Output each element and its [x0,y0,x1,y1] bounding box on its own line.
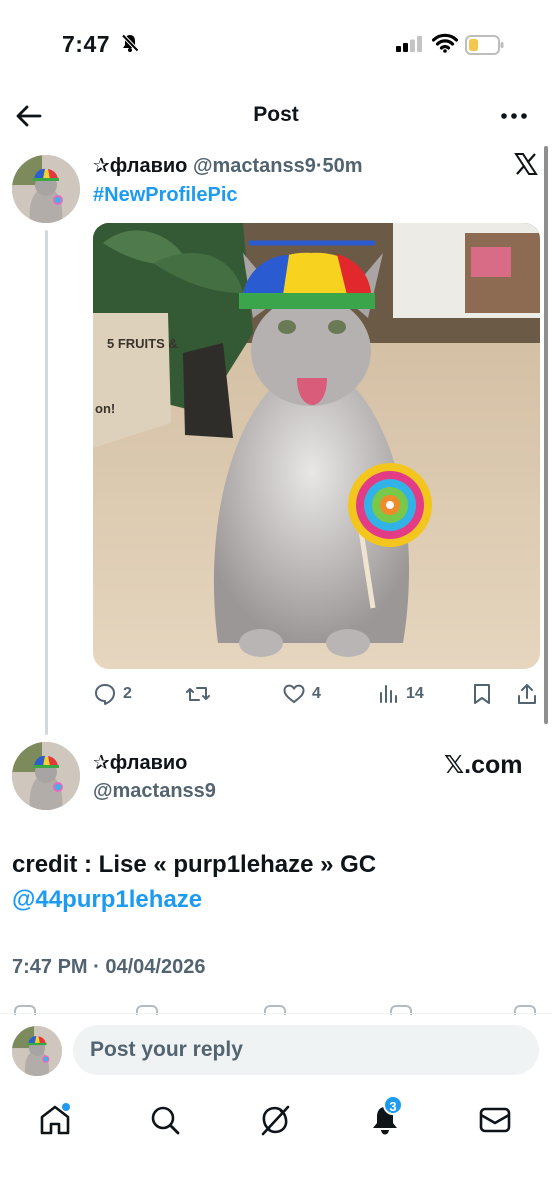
like-icon [283,684,305,703]
avatar[interactable] [12,742,80,810]
author-handle[interactable]: @mactanss9 [193,155,316,177]
views-icon [380,685,397,703]
repost-button[interactable] [185,680,217,708]
signal-icon [396,36,424,57]
bookmark-button[interactable] [471,680,493,708]
thread-line [45,230,48,735]
more-icon[interactable] [498,102,530,130]
bell-off-icon [120,33,140,58]
reply-icon [95,684,115,705]
share-icon [518,684,536,704]
bookmark-icon [474,684,490,704]
repost-icon [186,687,210,701]
author-name[interactable]: ✰флавио [93,155,187,177]
status-bar: 7:47 [0,0,552,90]
tab-home[interactable] [37,1102,73,1138]
hashtag-link[interactable]: #NewProfilePic [93,184,238,207]
post-actions: 2 4 14 [93,680,543,708]
author-handle[interactable]: @mactanss9 [93,780,216,803]
battery-icon [465,35,505,60]
tab-bar: 3 [0,1090,552,1150]
tab-search[interactable] [147,1102,183,1138]
author-name[interactable]: ✰флавио [93,750,187,775]
post-author-line: ✰флавио @mactanss9·50m [93,153,363,178]
like-count: 4 [312,685,321,702]
source-badge: 𝕏.com [444,751,523,779]
post-photo[interactable]: 5 FRUITS & on! [93,223,540,669]
reply-count: 2 [123,685,132,702]
scrollbar[interactable] [544,146,548,724]
meta-separator: · [315,155,323,177]
post-timestamp: 7:47 PM · 04/04/2026 [12,956,206,978]
tab-messages[interactable] [477,1102,513,1138]
mention-link[interactable]: @44purp1lehaze [12,886,202,914]
post-age: 50m [322,155,363,177]
messages-icon [479,1107,511,1133]
photo-bag-text-2: on! [95,401,115,416]
share-button[interactable] [515,680,539,708]
search-icon [151,1106,180,1135]
avatar[interactable] [12,155,80,223]
tab-notifications[interactable]: 3 [367,1095,403,1138]
tab-grok[interactable] [257,1102,293,1138]
reply-button[interactable]: 2 [93,680,132,708]
status-time: 7:47 [62,31,111,57]
views-button[interactable]: 14 [378,680,424,708]
views-count: 14 [406,685,424,702]
grok-icon [261,1105,290,1136]
photo-bag-text: 5 FRUITS & [107,336,178,351]
reply-input[interactable] [73,1025,539,1075]
divider [0,1013,552,1014]
post-text: credit : Lise « purp1lehaze » GC [12,851,377,878]
wifi-icon [431,33,459,58]
home-unread-dot [62,1103,70,1111]
header: Post [0,90,552,142]
notifications-badge: 3 [383,1095,403,1115]
avatar [12,1026,62,1076]
page-title: Post [253,103,299,126]
x-logo-icon [514,152,538,176]
like-button[interactable]: 4 [282,680,321,708]
